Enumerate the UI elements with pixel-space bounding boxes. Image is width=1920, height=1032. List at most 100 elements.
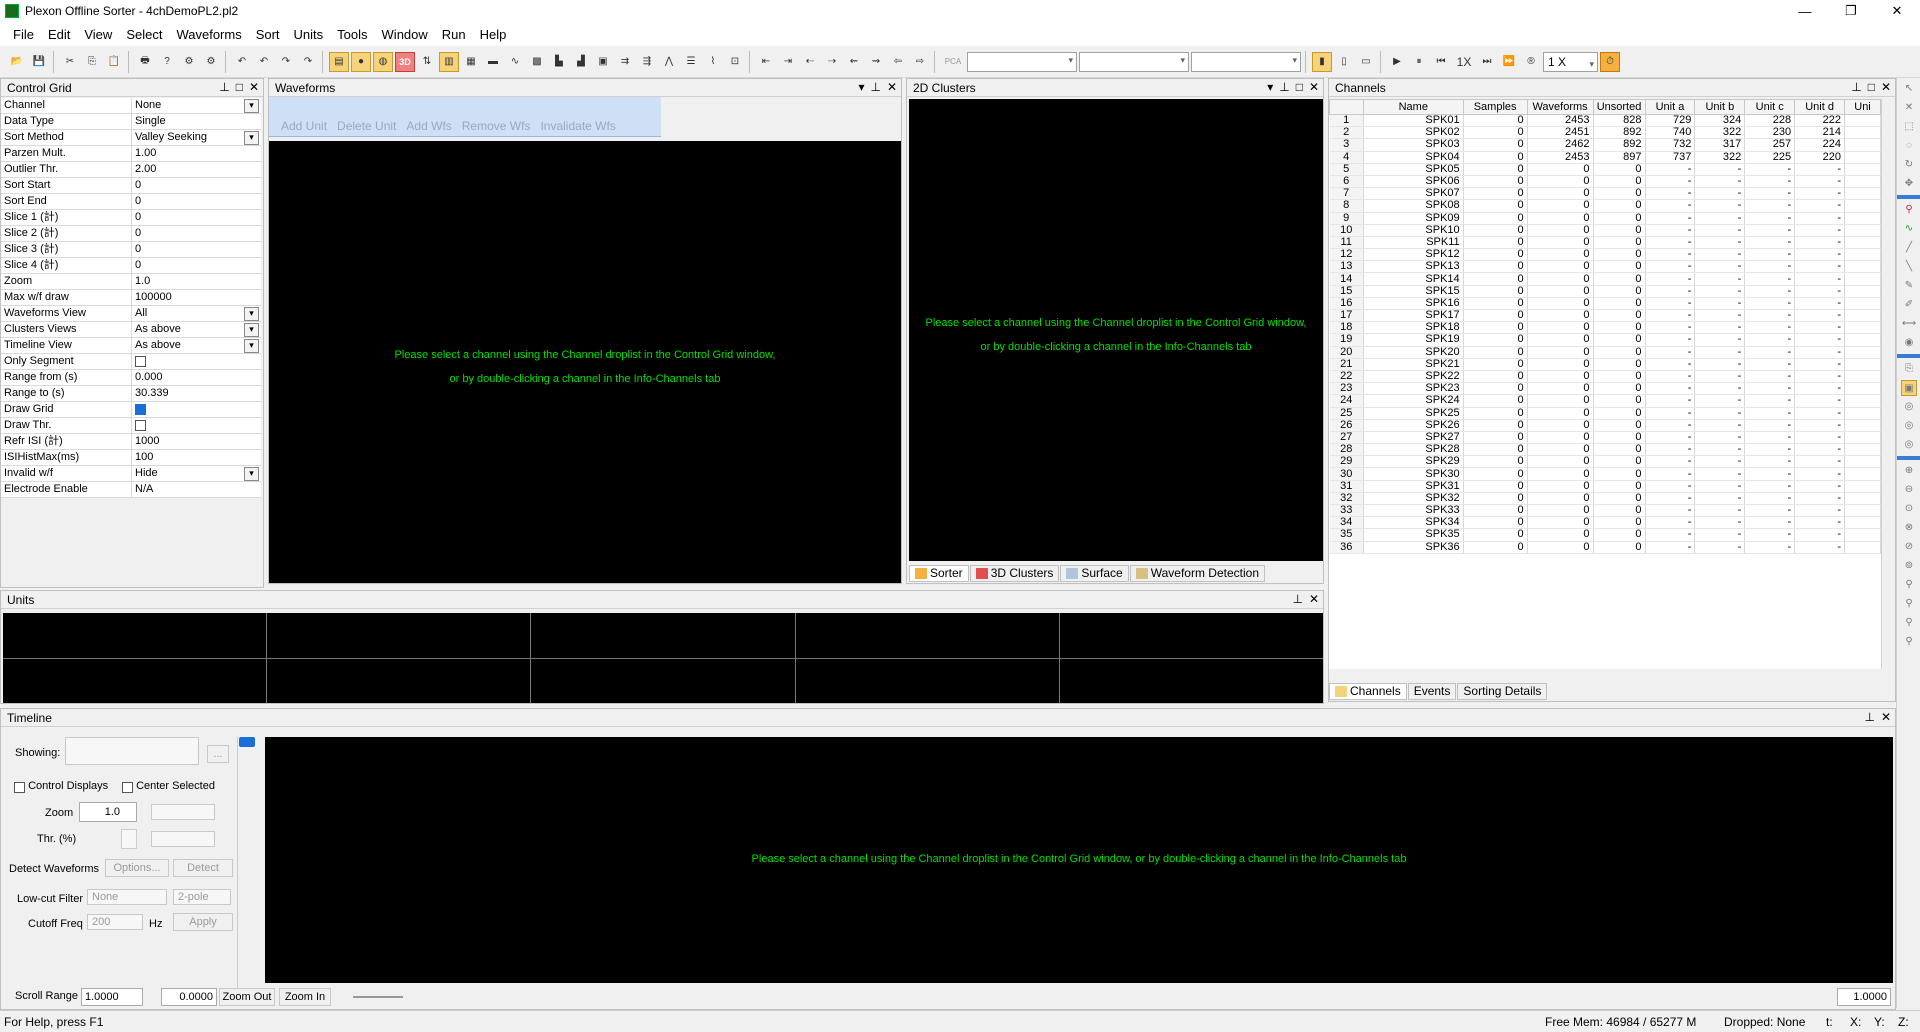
menu-file[interactable]: File <box>6 27 41 42</box>
pin-icon[interactable]: ⊥ <box>1279 80 1289 94</box>
add-unit-button[interactable]: Add Unit <box>281 119 327 133</box>
waveform-view-icon[interactable]: ▤ <box>329 51 349 72</box>
redo-icon[interactable]: ↷ <box>276 52 296 72</box>
table-row[interactable]: 15 SPK15 0 0 0- - - - <box>1329 285 1881 298</box>
menu-select[interactable]: Select <box>119 27 169 42</box>
table-row[interactable]: 28 SPK28 0 0 0- - - - <box>1329 443 1881 457</box>
prev-ch-icon[interactable]: ⇜ <box>844 52 864 72</box>
step-fwd-icon[interactable]: ⇥ <box>778 52 798 72</box>
tool-move-icon[interactable]: ✥ <box>1901 176 1917 192</box>
table-row[interactable]: 12 SPK12 0 0 0- - - - <box>1329 248 1881 262</box>
close-icon[interactable]: ✕ <box>1881 710 1891 724</box>
table-row[interactable]: 17 SPK17 0 0 0- - - - <box>1329 309 1881 323</box>
close-button[interactable]: ✕ <box>1874 0 1920 22</box>
tool-rotate-icon[interactable]: ↻ <box>1901 157 1917 173</box>
control-grid-checkbox[interactable] <box>135 404 146 415</box>
peak-icon[interactable]: ⋀ <box>659 52 679 72</box>
time-scroll-thumb[interactable] <box>353 996 403 998</box>
table-row[interactable]: 31 SPK31 0 0 0- - - - <box>1329 480 1881 493</box>
tool-select-icon[interactable]: ⬚ <box>1901 119 1917 135</box>
copy-icon[interactable]: ⎘ <box>82 52 102 72</box>
tab-events[interactable]: Events <box>1407 682 1457 700</box>
table-row[interactable]: 30 SPK30 0 0 0- - - - <box>1329 467 1881 481</box>
next-unit-icon[interactable]: ⇢ <box>822 52 842 72</box>
control-grid-value[interactable]: 0 <box>132 178 261 193</box>
undo-icon[interactable]: ↶ <box>232 52 252 72</box>
record-icon[interactable]: ® <box>1521 52 1541 72</box>
table-row[interactable]: 35 SPK35 0 0 0- - - - <box>1329 528 1881 542</box>
clusters-canvas[interactable]: Please select a channel using the Channe… <box>909 99 1323 561</box>
table-row[interactable]: 1 SPK01 0 2453 828 729 324 228 222 <box>1329 114 1881 128</box>
control-grid-value[interactable] <box>132 418 261 433</box>
table-row[interactable]: 36 SPK36 0 0 0- - - - <box>1329 541 1881 554</box>
pin-icon[interactable]: ⊥ <box>1864 710 1874 724</box>
control-grid-value[interactable]: Hide <box>132 466 261 481</box>
bar-chart2-icon[interactable]: ▯ <box>1334 52 1354 72</box>
table-row[interactable]: 8 SPK08 0 0 0- - - - <box>1329 199 1881 213</box>
center-selected-checkbox[interactable] <box>122 782 133 793</box>
tool-measure-icon[interactable]: ⟷ <box>1901 316 1917 332</box>
zoom-y-icon[interactable]: ⊘ <box>1901 539 1917 555</box>
menu-edit[interactable]: Edit <box>41 27 77 42</box>
table-row[interactable]: 13 SPK13 0 0 0- - - - <box>1329 260 1881 274</box>
pause-icon[interactable]: ⏸ <box>1409 52 1429 72</box>
last-icon[interactable]: ⇨ <box>910 52 930 72</box>
timeline-canvas[interactable]: Please select a channel using the Channe… <box>265 737 1893 983</box>
menu-units[interactable]: Units <box>287 27 331 42</box>
channels-column-header[interactable]: Unit a <box>1644 99 1696 115</box>
control-grid-value[interactable]: 0 <box>132 210 261 225</box>
menu-sort[interactable]: Sort <box>249 27 287 42</box>
lowcut-select[interactable]: None <box>87 889 167 905</box>
cut-icon[interactable]: ✂ <box>60 52 80 72</box>
tool-pen2-icon[interactable]: ✐ <box>1901 297 1917 313</box>
tool-unit-icon[interactable]: ⚲ <box>1901 202 1917 218</box>
table-row[interactable]: 27 SPK27 0 0 0- - - - <box>1329 431 1881 445</box>
add-wfs-button[interactable]: Add Wfs <box>406 119 451 133</box>
channels-column-header[interactable]: Waveforms <box>1526 99 1594 115</box>
units-grid[interactable] <box>3 613 1323 703</box>
tool-lasso-icon[interactable]: ◌ <box>1901 138 1917 154</box>
undo-all-icon[interactable]: ↶ <box>254 52 274 72</box>
table-row[interactable]: 2 SPK02 0 2451 892 740 322 230 214 <box>1329 126 1881 140</box>
maximize-button[interactable]: ❐ <box>1828 0 1874 22</box>
channels-scrollbar[interactable] <box>1881 99 1895 669</box>
table-row[interactable]: 22 SPK22 0 0 0- - - - <box>1329 370 1881 384</box>
bar-chart-icon[interactable]: ▮ <box>1312 51 1332 72</box>
menu-view[interactable]: View <box>77 27 119 42</box>
control-grid-value[interactable]: 0 <box>132 242 261 257</box>
zoom-out-icon[interactable]: ⊖ <box>1901 482 1917 498</box>
control-grid-value[interactable]: 1.0 <box>132 274 261 289</box>
step-back-icon[interactable]: ⇤ <box>756 52 776 72</box>
tool-view3-icon[interactable]: ◎ <box>1901 437 1917 453</box>
scroll-range-input[interactable]: 1.0000 <box>81 988 143 1006</box>
close-icon[interactable]: ✕ <box>1309 592 1319 606</box>
prev-unit-icon[interactable]: ⇠ <box>800 52 820 72</box>
control-grid-checkbox[interactable] <box>135 356 146 367</box>
cluster-3d-icon[interactable]: 3D <box>395 51 415 72</box>
menu-help[interactable]: Help <box>473 27 514 42</box>
rate-icon[interactable]: ▬ <box>483 52 503 72</box>
channels-column-header[interactable]: Samples <box>1462 99 1528 115</box>
tool-pin3-icon[interactable]: ⚲ <box>1901 615 1917 631</box>
cluster-2d-icon[interactable]: ◍ <box>373 51 393 72</box>
control-grid-value[interactable]: 0 <box>132 194 261 209</box>
tool-view2-icon[interactable]: ◎ <box>1901 418 1917 434</box>
control-grid-value[interactable]: All <box>132 306 261 321</box>
timeline-icon[interactable]: ▥ <box>439 51 459 72</box>
control-grid-value[interactable] <box>132 354 261 369</box>
first-icon[interactable]: ⇦ <box>888 52 908 72</box>
tool-line2-icon[interactable]: ╲ <box>1901 259 1917 275</box>
chart-icon[interactable]: ▟ <box>571 52 591 72</box>
control-grid-value[interactable]: 2.00 <box>132 162 261 177</box>
tab-waveform-detection[interactable]: Waveform Detection <box>1129 564 1265 582</box>
table-row[interactable]: 6 SPK06 0 0 0- - - - <box>1329 175 1881 189</box>
control-grid-value[interactable]: 30.339 <box>132 386 261 401</box>
table-row[interactable]: 16 SPK16 0 0 0- - - - <box>1329 297 1881 311</box>
showing-more-button[interactable]: ... <box>207 745 229 763</box>
table-row[interactable]: 7 SPK07 0 0 0- - - - <box>1329 187 1881 201</box>
waveforms-canvas[interactable]: Please select a channel using the Channe… <box>269 141 901 583</box>
zoom-input[interactable]: 1.0 <box>79 802 137 822</box>
table-row[interactable]: 33 SPK33 0 0 0- - - - <box>1329 504 1881 518</box>
table-row[interactable]: 23 SPK23 0 0 0- - - - <box>1329 382 1881 396</box>
tab-surface[interactable]: Surface <box>1060 564 1129 582</box>
